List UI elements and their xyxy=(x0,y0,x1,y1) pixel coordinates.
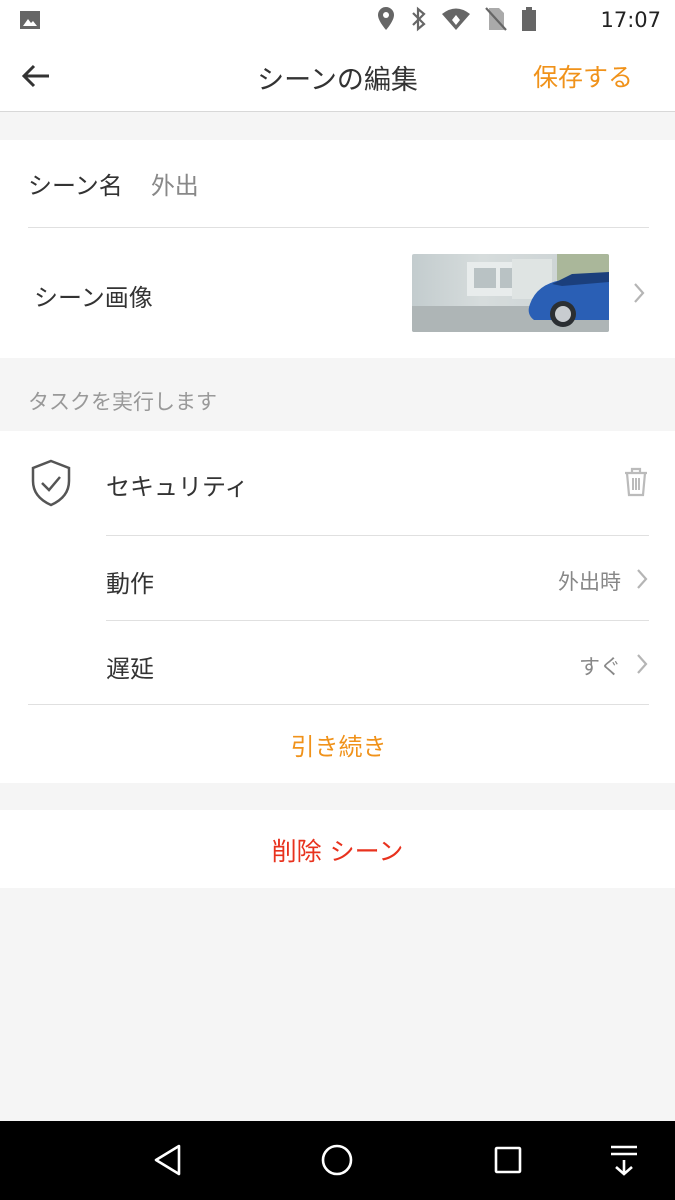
scene-settings-card: シーン名 外出 シーン画像 xyxy=(0,140,675,358)
back-triangle-icon[interactable] xyxy=(152,1143,184,1181)
chevron-right-icon xyxy=(635,653,649,679)
bluetooth-icon xyxy=(411,6,427,36)
task-card: セキュリティ 動作 外出時 遅延 すぐ 引き続き xyxy=(0,431,675,783)
location-icon xyxy=(375,6,397,36)
task-name: セキュリティ xyxy=(106,473,249,501)
task-delay-value: すぐ xyxy=(579,655,621,679)
recents-square-icon[interactable] xyxy=(492,1143,524,1181)
no-sim-icon xyxy=(485,6,507,36)
trash-icon[interactable] xyxy=(623,467,649,501)
delete-scene-button[interactable]: 削除 シーン xyxy=(0,810,675,888)
chevron-right-icon xyxy=(635,568,649,594)
continue-button[interactable]: 引き続き xyxy=(28,704,649,783)
wifi-icon xyxy=(441,6,471,36)
scene-image-thumbnail xyxy=(412,254,609,332)
scene-name-label: シーン名 xyxy=(28,172,123,200)
system-navigation-bar xyxy=(0,1121,675,1200)
scene-image-label: シーン画像 xyxy=(34,284,153,312)
task-row-security: セキュリティ xyxy=(0,431,675,535)
chevron-right-icon xyxy=(632,282,646,308)
save-button[interactable]: 保存する xyxy=(533,58,633,94)
task-action-row[interactable]: 動作 外出時 xyxy=(106,535,649,620)
scene-name-row[interactable]: シーン名 外出 xyxy=(28,140,649,228)
task-section-header: タスクを実行します xyxy=(28,390,217,414)
status-bar: 17:07 xyxy=(0,0,675,40)
task-delay-row[interactable]: 遅延 すぐ xyxy=(106,620,649,705)
task-action-value: 外出時 xyxy=(558,570,621,594)
app-bar: シーンの編集 保存する xyxy=(0,40,675,112)
task-action-label: 動作 xyxy=(106,570,154,598)
home-circle-icon[interactable] xyxy=(320,1143,354,1181)
status-time: 17:07 xyxy=(600,8,661,32)
notification-pulldown-icon[interactable] xyxy=(608,1143,640,1181)
scene-image-row[interactable]: シーン画像 xyxy=(0,228,675,358)
scene-name-value[interactable]: 外出 xyxy=(151,166,199,201)
task-delay-label: 遅延 xyxy=(106,655,154,683)
shield-check-icon xyxy=(30,459,72,511)
gallery-notification-icon xyxy=(18,8,42,36)
battery-icon xyxy=(521,6,537,36)
